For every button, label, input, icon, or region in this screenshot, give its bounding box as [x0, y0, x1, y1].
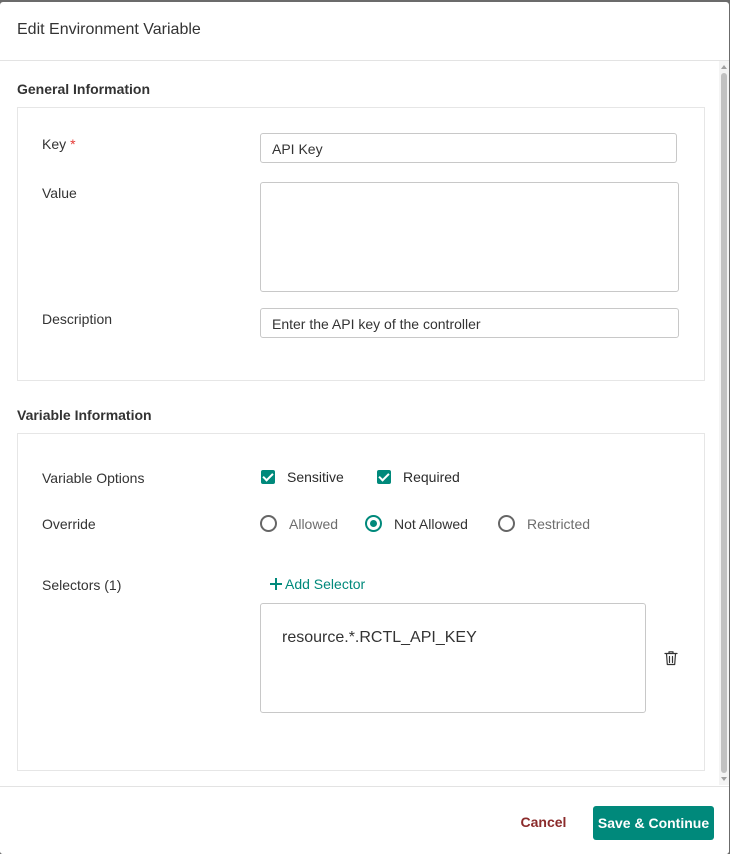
description-label: Description — [42, 311, 113, 327]
general-information-title: General Information — [17, 81, 151, 97]
save-continue-button[interactable]: Save & Continue — [593, 806, 714, 840]
value-label: Value — [42, 185, 77, 201]
key-input[interactable]: API Key — [260, 133, 677, 163]
override-restricted-label: Restricted — [527, 515, 591, 532]
add-selector-button[interactable]: Add Selector — [270, 576, 365, 592]
checkbox-checked-icon[interactable] — [377, 470, 391, 484]
override-allowed-radio[interactable]: Allowed — [260, 515, 338, 532]
trash-icon[interactable] — [664, 650, 678, 666]
dialog-footer: Cancel Save & Continue — [0, 786, 729, 854]
override-not-allowed-label: Not Allowed — [394, 515, 468, 532]
override-allowed-label: Allowed — [289, 515, 339, 532]
cancel-button[interactable]: Cancel — [510, 810, 577, 834]
edit-environment-variable-dialog: Edit Environment Variable General Inform… — [0, 2, 729, 854]
scroll-up-arrow-icon[interactable] — [721, 65, 727, 69]
radio-icon[interactable] — [498, 515, 515, 532]
override-restricted-radio[interactable]: Restricted — [498, 515, 590, 532]
key-label-text: Key — [42, 136, 67, 152]
dialog-body[interactable]: General Information Key * API Key Value D… — [0, 61, 719, 785]
sensitive-label: Sensitive — [287, 469, 344, 485]
description-input[interactable]: Enter the API key of the controller — [260, 308, 679, 338]
required-asterisk: * — [70, 136, 76, 152]
required-checkbox[interactable]: Required — [377, 469, 460, 485]
dialog-header: Edit Environment Variable — [0, 2, 729, 61]
dialog-title: Edit Environment Variable — [17, 21, 201, 38]
general-information-card: Key * API Key Value Description Enter the… — [17, 107, 705, 381]
vertical-scrollbar[interactable] — [719, 61, 729, 785]
key-label: Key * — [42, 136, 76, 152]
selectors-label: Selectors (1) — [42, 577, 122, 593]
add-selector-label: Add Selector — [285, 576, 366, 592]
override-label: Override — [42, 516, 96, 532]
required-label: Required — [403, 469, 460, 485]
radio-selected-icon[interactable] — [365, 515, 382, 532]
override-not-allowed-radio[interactable]: Not Allowed — [365, 515, 468, 532]
sensitive-checkbox[interactable]: Sensitive — [261, 469, 344, 485]
variable-information-title: Variable Information — [17, 407, 152, 423]
value-textarea[interactable] — [260, 182, 679, 292]
scroll-down-arrow-icon[interactable] — [721, 777, 727, 781]
selector-input[interactable]: resource.*.RCTL_API_KEY — [260, 603, 646, 713]
plus-icon — [270, 578, 282, 590]
variable-options-label: Variable Options — [42, 470, 145, 486]
checkbox-checked-icon[interactable] — [261, 470, 275, 484]
variable-information-card: Variable Options Sensitive Required Over… — [17, 433, 705, 771]
radio-icon[interactable] — [260, 515, 277, 532]
scrollbar-thumb[interactable] — [721, 73, 727, 773]
